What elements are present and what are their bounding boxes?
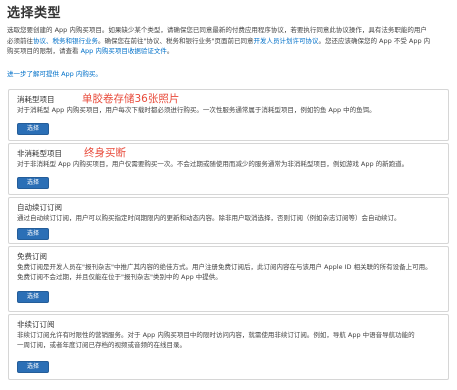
intro-text-segment: 。确保您在前往"协议、税务和银行业务"页面前已同意 xyxy=(98,36,254,45)
card-title: 消耗型项目 xyxy=(17,95,55,104)
card-description-line: 对于消耗型 App 内购买项目，用户每次下载时都必须进行购买。一次性服务通常属于… xyxy=(17,106,376,114)
learn-more-link[interactable]: 进一步了解可提供 App 内购买。 xyxy=(7,68,102,78)
type-card-auto-renewable-subscription: 自动续订订阅 通过自动续订订阅，用户可以购买指定时间期限内的更新和动态内容。除非… xyxy=(8,197,449,244)
card-description-line: 免费订阅不会过期，并且仅能在位于"报刊杂志"类别中的 App 中提供。 xyxy=(17,273,222,281)
select-button[interactable]: 选择 xyxy=(17,228,49,240)
intro-text-segment: 必须前往 xyxy=(7,36,33,45)
handwritten-annotation: 终身买断 xyxy=(84,147,126,159)
card-description-line: 通过自动续订订阅，用户可以购买指定时间期限内的更新和动态内容。除非用户取消选择，… xyxy=(17,214,401,222)
card-description-line: 免费订阅是开发人员在"报刊杂志"中推广其内容的绝佳方式。用户注册免费订阅后，此订… xyxy=(17,263,432,271)
type-card-free-subscription: 免费订阅 免费订阅是开发人员在"报刊杂志"中推广其内容的绝佳方式。用户注册免费订… xyxy=(8,246,449,312)
card-description: 对于消耗型 App 内购买项目，用户每次下载时都必须进行购买。一次性服务通常属于… xyxy=(17,105,440,115)
intro-text-segment: 。您还应该确保您的 App 不受 App 内 xyxy=(318,36,431,45)
card-title: 免费订阅 xyxy=(17,252,47,261)
select-button[interactable]: 选择 xyxy=(17,291,49,303)
agreements-tax-banking-link[interactable]: 协议、税务和银行业务 xyxy=(33,37,98,45)
card-title: 自动续订订阅 xyxy=(17,203,62,212)
intro-text: 选取您要创建的 App 内购买项目。如果缺少某个类型，请确保您已同意最新的付费应… xyxy=(7,25,447,57)
card-description: 通过自动续订订阅，用户可以购买指定时间期限内的更新和动态内容。除非用户取消选择，… xyxy=(17,213,440,223)
intro-text-segment: 。 xyxy=(166,47,174,55)
card-description-line: 非续订订阅允许有时限性的营销服务。对于 App 内购买项目中的限时访问内容，就需… xyxy=(17,331,415,339)
intro-line-2: 必须前往协议、税务和银行业务。确保您在前往"协议、税务和银行业务"页面前已同意开… xyxy=(7,36,447,47)
intro-line-1: 选取您要创建的 App 内购买项目。如果缺少某个类型，请确保您已同意最新的付费应… xyxy=(7,26,427,34)
select-button[interactable]: 选择 xyxy=(17,123,49,135)
card-description-line: 一周订阅，或者年度订阅已存档的视频或音频的在线目录。 xyxy=(17,341,186,349)
card-description: 对于非消耗型 App 内购买项目，用户仅需要购买一次。不会过期或随使用而减少的服… xyxy=(17,159,440,169)
card-title: 非续订订阅 xyxy=(17,320,55,329)
intro-text-segment: 购买项目的限制，请查看 xyxy=(7,47,81,55)
receipt-validation-doc-link[interactable]: App 内购买项目收据验证文件 xyxy=(81,47,167,55)
page-title: 选择类型 xyxy=(7,6,62,21)
type-card-non-renewing-subscription: 非续订订阅 非续订订阅允许有时限性的营销服务。对于 App 内购买项目中的限时访… xyxy=(8,314,449,380)
card-description: 免费订阅是开发人员在"报刊杂志"中推广其内容的绝佳方式。用户注册免费订阅后，此订… xyxy=(17,262,440,282)
type-card-non-consumable: 非消耗型项目 对于非消耗型 App 内购买项目，用户仅需要购买一次。不会过期或随… xyxy=(8,143,449,195)
type-card-consumable: 消耗型项目 对于消耗型 App 内购买项目，用户每次下载时都必须进行购买。一次性… xyxy=(8,89,449,141)
card-title: 非消耗型项目 xyxy=(17,149,62,158)
select-type-page: 选择类型 选取您要创建的 App 内购买项目。如果缺少某个类型，请确保您已同意最… xyxy=(0,0,457,390)
intro-line-3: 购买项目的限制，请查看 App 内购买项目收据验证文件。 xyxy=(7,46,447,57)
handwritten-annotation: 单胶卷存储36张照片 xyxy=(82,93,180,105)
card-description: 非续订订阅允许有时限性的营销服务。对于 App 内购买项目中的限时访问内容，就需… xyxy=(17,330,440,350)
card-description-line: 对于非消耗型 App 内购买项目，用户仅需要购买一次。不会过期或随使用而减少的服… xyxy=(17,160,409,168)
select-button[interactable]: 选择 xyxy=(17,361,49,373)
developer-program-license-link[interactable]: 开发人员计划许可协议 xyxy=(253,37,318,45)
select-button[interactable]: 选择 xyxy=(17,177,49,189)
